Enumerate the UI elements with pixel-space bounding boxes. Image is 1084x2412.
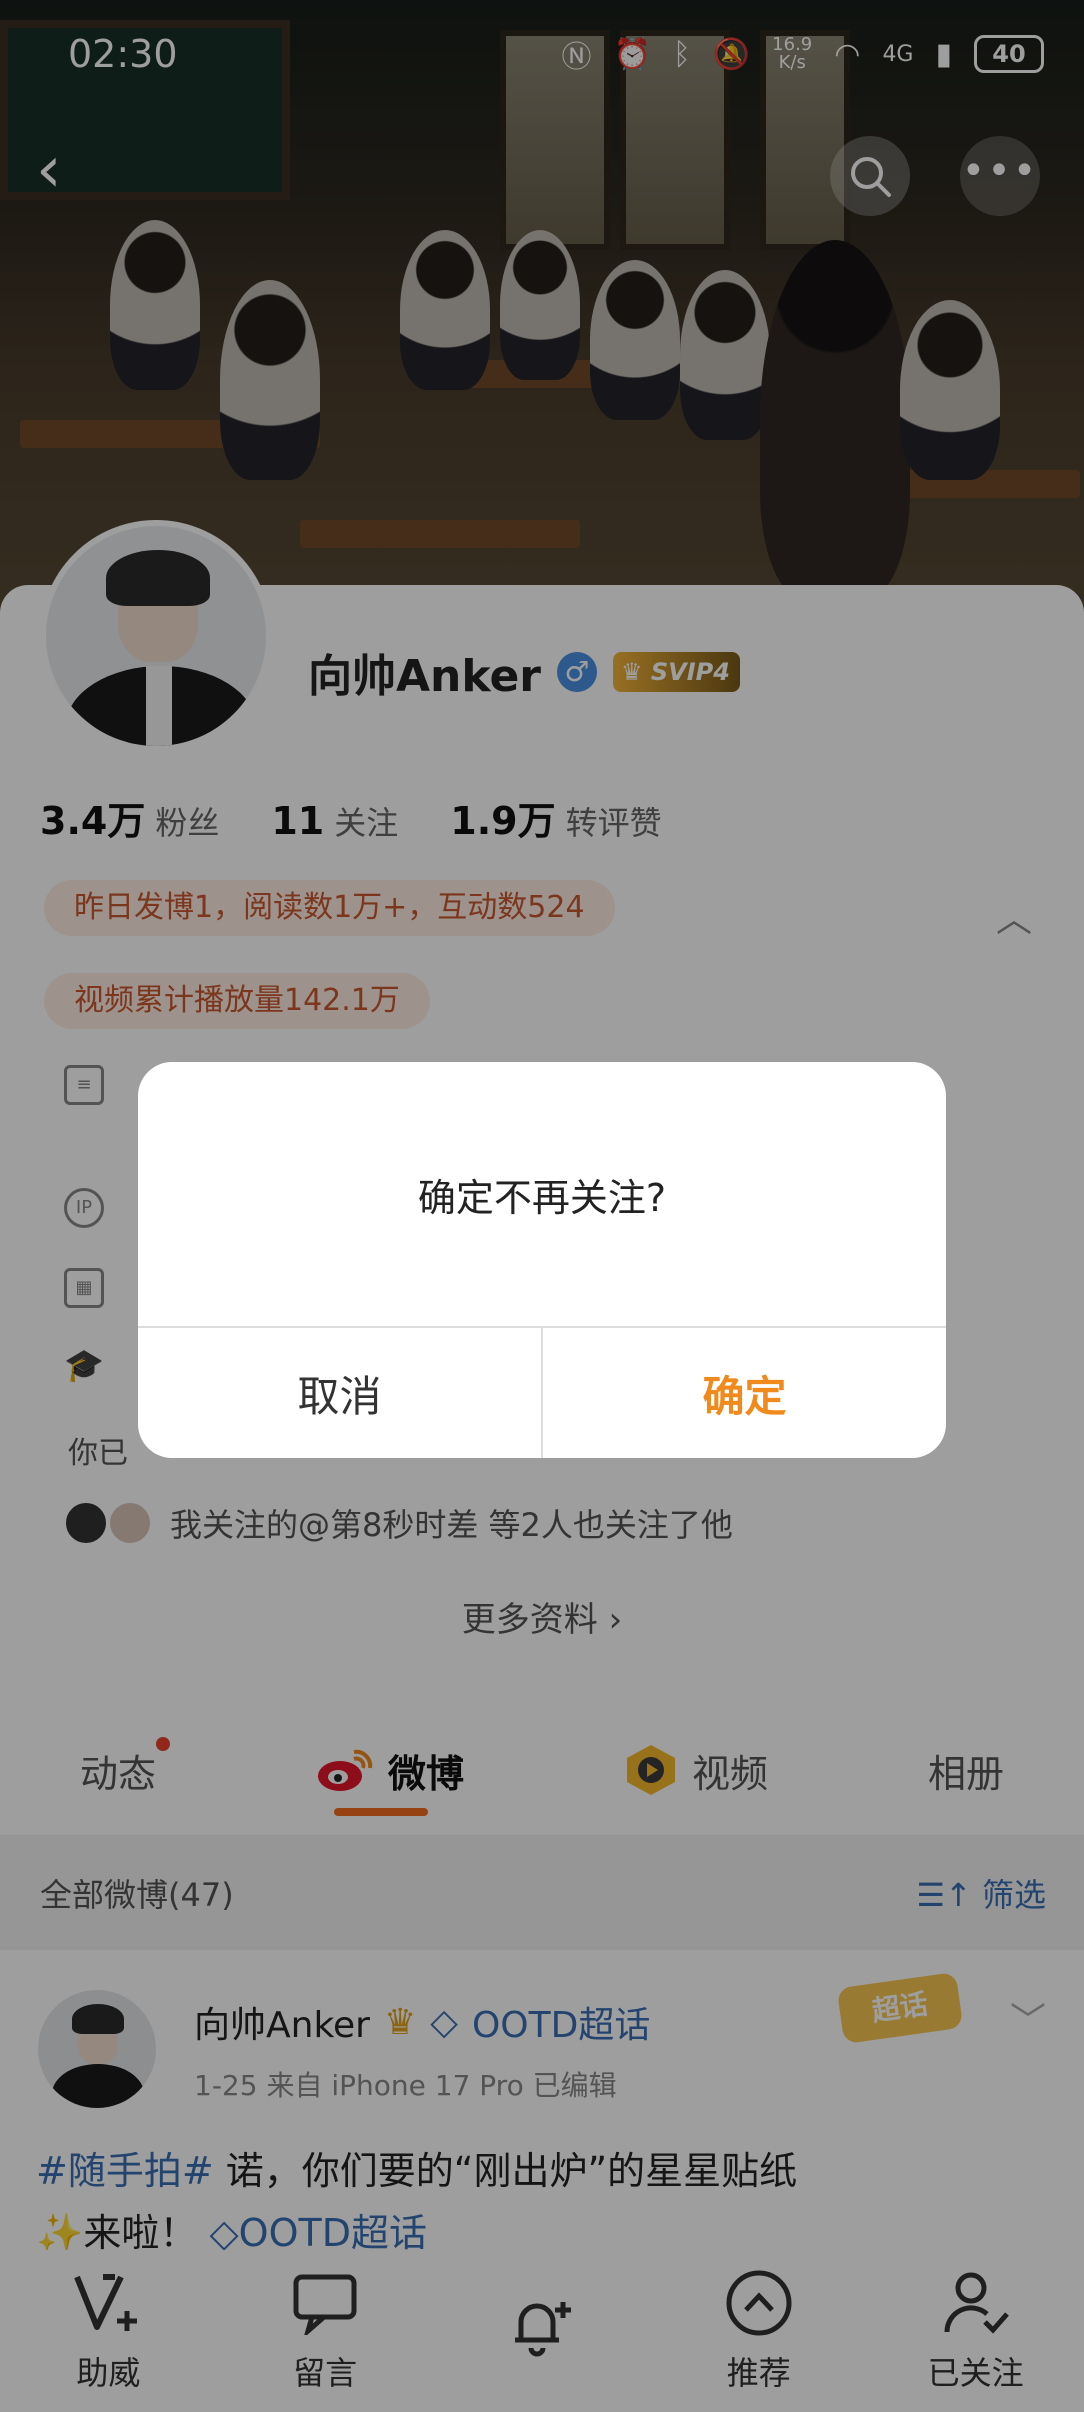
cancel-button[interactable]: 取消 xyxy=(138,1328,541,1458)
confirm-button[interactable]: 确定 xyxy=(543,1328,946,1458)
toolbar-dim xyxy=(0,2250,1084,2412)
dialog-message: 确定不再关注? xyxy=(417,1175,667,1220)
unfollow-confirm-dialog: 确定不再关注? 取消 确定 xyxy=(138,1062,946,1458)
